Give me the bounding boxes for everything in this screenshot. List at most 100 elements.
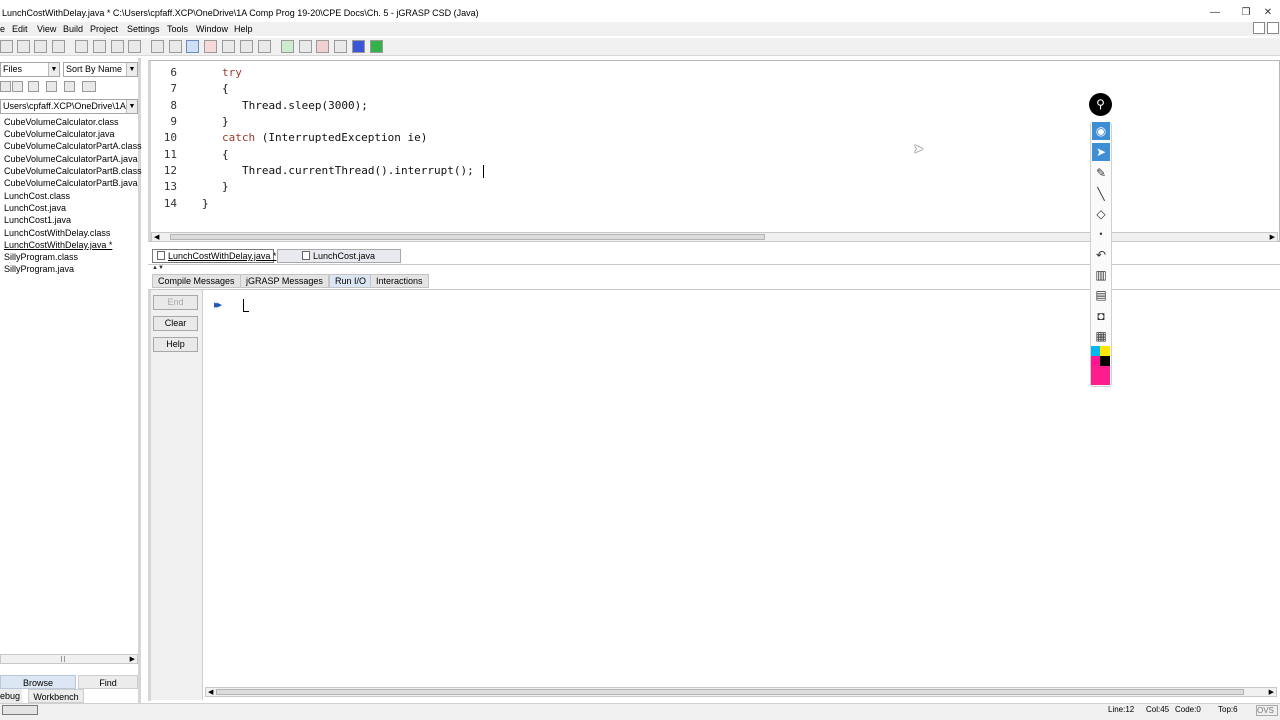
tab-interactions[interactable]: Interactions [370, 274, 429, 288]
menu-file[interactable]: e [0, 24, 5, 34]
scroll-right-icon[interactable]: ▶ [1269, 688, 1274, 696]
file-item[interactable]: LunchCostWithDelay.class [4, 228, 110, 238]
debug-icon[interactable] [316, 40, 329, 53]
menu-window[interactable]: Window [196, 24, 228, 34]
undo-icon[interactable]: ↶ [1092, 246, 1110, 264]
file-item[interactable]: LunchCost.java [4, 203, 66, 213]
menu-settings[interactable]: Settings [127, 24, 160, 34]
run-icon[interactable] [299, 40, 312, 53]
up-folder-icon[interactable] [0, 81, 11, 92]
print-icon[interactable] [52, 40, 65, 53]
file-item[interactable]: LunchCost.class [4, 191, 70, 201]
trash-icon[interactable]: ▥ [1092, 266, 1110, 284]
scroll-thumb[interactable] [216, 689, 1244, 695]
maximize-inner-icon[interactable] [1267, 22, 1279, 34]
dot-icon[interactable]: • [1092, 225, 1110, 243]
file-item[interactable]: CubeVolumeCalculator.java [4, 129, 115, 139]
file-item-current[interactable]: LunchCostWithDelay.java * [4, 240, 112, 250]
color-yellow-swatch[interactable] [1100, 346, 1110, 356]
save-icon[interactable] [17, 40, 30, 53]
compile-icon[interactable] [281, 40, 294, 53]
book-icon[interactable] [258, 40, 271, 53]
file-item[interactable]: SillyProgram.class [4, 252, 78, 262]
pointer-icon[interactable]: ➤ [1092, 143, 1110, 161]
line-number: 14 [163, 197, 177, 210]
scroll-left-icon[interactable]: ◀ [154, 233, 159, 241]
file-item[interactable]: CubeVolumeCalculatorPartA.java [4, 154, 138, 164]
line-icon[interactable]: ╲ [1092, 185, 1110, 203]
tab-find[interactable]: Find [78, 675, 138, 689]
file-item[interactable]: SillyProgram.java [4, 264, 74, 274]
path-combo[interactable]: Users\cpfaff.XCP\OneDrive\1A Co ▼ [0, 99, 138, 114]
file-item[interactable]: CubeVolumeCalculator.class [4, 117, 119, 127]
tab-debug[interactable]: ebug [0, 689, 22, 703]
clear-button[interactable]: Clear [153, 316, 198, 331]
color-cyan-swatch[interactable] [1091, 346, 1100, 356]
document-icon[interactable] [169, 40, 182, 53]
whiteboard-icon[interactable]: ▤ [1092, 286, 1110, 304]
tab-browse[interactable]: Browse [0, 675, 76, 689]
stop-icon[interactable] [352, 40, 365, 53]
file-item[interactable]: CubeVolumeCalculatorPartB.java [4, 178, 138, 188]
camera-icon[interactable]: ◘ [1092, 307, 1110, 325]
menu-project[interactable]: Project [90, 24, 118, 34]
tab-run-io[interactable]: Run I/O [329, 274, 373, 288]
chart-icon[interactable] [222, 40, 235, 53]
tree-icon[interactable] [240, 40, 253, 53]
menu-help[interactable]: Help [234, 24, 253, 34]
scroll-right-icon[interactable]: ▶ [130, 655, 135, 663]
close-button[interactable]: ✕ [1258, 6, 1278, 20]
menu-build[interactable]: Build [63, 24, 83, 34]
home-folder-icon[interactable] [28, 81, 39, 92]
tab-jgrasp-messages[interactable]: jGRASP Messages [240, 274, 329, 288]
csd-icon[interactable] [186, 40, 199, 53]
pen-icon[interactable]: ✎ [1092, 164, 1110, 182]
restore-inner-icon[interactable] [1253, 22, 1265, 34]
view-combo[interactable]: Files ▼ [0, 62, 60, 77]
refresh-icon[interactable] [46, 81, 57, 92]
new-file-icon[interactable] [151, 40, 164, 53]
scroll-left-icon[interactable]: ◀ [208, 688, 213, 696]
step-icon[interactable] [334, 40, 347, 53]
file-item[interactable]: CubeVolumeCalculatorPartA.class [4, 141, 142, 151]
restore-button[interactable]: ❐ [1236, 6, 1256, 20]
pin-icon[interactable] [204, 40, 217, 53]
file-tab-lunchcost[interactable]: LunchCost.java [277, 249, 401, 263]
current-color-swatch[interactable] [1091, 366, 1110, 385]
clipboard-icon[interactable]: ▦ [1092, 327, 1110, 345]
paste-icon[interactable] [111, 40, 124, 53]
save-all-icon[interactable] [34, 40, 47, 53]
tab-compile-messages[interactable]: Compile Messages [152, 274, 241, 288]
file-tab-lunchcostwithdelay[interactable]: LunchCostWithDelay.java * [152, 249, 276, 263]
sort-combo[interactable]: Sort By Name ▼ [63, 62, 138, 77]
pin-palette-icon[interactable]: ⚲ [1089, 93, 1112, 116]
green-square-icon[interactable] [370, 40, 383, 53]
folder-menu-icon[interactable] [82, 81, 96, 92]
minimize-button[interactable]: — [1205, 6, 1225, 20]
undo-toolbar-icon[interactable] [128, 40, 141, 53]
color-black-swatch[interactable] [1100, 356, 1110, 366]
eye-icon[interactable]: ◉ [1092, 122, 1110, 140]
file-list-scrollbar[interactable]: ▶ [0, 654, 138, 664]
file-item[interactable]: CubeVolumeCalculatorPartB.class [4, 166, 142, 176]
eraser-icon[interactable]: ◇ [1092, 205, 1110, 223]
menu-tools[interactable]: Tools [167, 24, 188, 34]
help-button[interactable]: Help [153, 337, 198, 352]
scroll-right-icon[interactable]: ▶ [1270, 233, 1275, 241]
copy-icon[interactable] [93, 40, 106, 53]
end-button[interactable]: End [153, 295, 198, 310]
open-icon[interactable] [0, 40, 13, 53]
cut-icon[interactable] [75, 40, 88, 53]
status-ovs[interactable]: OVS [1256, 705, 1278, 716]
back-icon[interactable] [12, 81, 23, 92]
folder-icon[interactable] [64, 81, 75, 92]
color-magenta-swatch[interactable] [1091, 356, 1100, 366]
layout-icons[interactable] [2, 705, 38, 715]
menu-view[interactable]: View [37, 24, 56, 34]
scroll-thumb[interactable] [170, 234, 765, 240]
tab-workbench[interactable]: Workbench [28, 689, 84, 703]
io-horizontal-scrollbar[interactable]: ◀ ▶ [205, 687, 1277, 697]
splitter-arrows-icon[interactable]: ▲▼ [152, 265, 164, 271]
file-item[interactable]: LunchCost1.java [4, 215, 71, 225]
menu-edit[interactable]: Edit [12, 24, 28, 34]
